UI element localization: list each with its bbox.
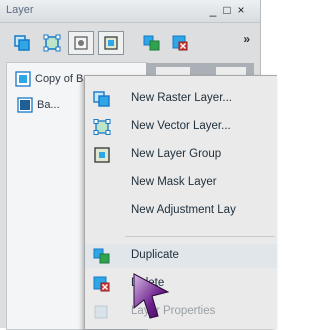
new-mask-icon [74,36,88,50]
menu-separator [125,236,275,237]
menu-item-label: New Layer Group [131,148,222,160]
new-group-icon [94,147,110,163]
palette-title: Layer [6,4,34,16]
menu-item-new-adjustment-layer[interactable]: New Adjustment Lay [85,198,277,224]
new-raster-layer-icon [93,91,110,107]
menu-item-label: Duplicate [131,249,179,261]
delete-layer-icon [93,276,110,292]
new-mask-button[interactable] [68,31,94,55]
menu-item-label: New Vector Layer... [131,120,231,132]
background-layer-icon [17,97,33,113]
mouse-cursor-icon [133,273,170,319]
layer-name: Ba... [37,99,60,111]
menu-item-delete[interactable]: Delete [85,271,277,297]
maximize-button[interactable]: □ [222,3,236,17]
layer-row[interactable]: Ba... [17,95,60,115]
menu-item-layer-properties: Layer Properties [85,299,277,325]
new-layer-group-button[interactable] [98,31,124,55]
more-options-button[interactable]: » [243,32,250,46]
new-vector-layer-icon [93,119,111,135]
menu-item-new-raster-layer[interactable]: New Raster Layer... [85,86,277,112]
window-controls: _ □ × [208,3,250,17]
delete-layer-icon [172,35,188,51]
minimize-button[interactable]: _ [208,3,222,17]
new-raster-layer-icon [14,35,30,51]
menu-item-label: New Raster Layer... [131,92,232,104]
properties-icon [94,305,108,319]
menu-item-new-layer-group[interactable]: New Layer Group [85,142,277,168]
raster-layer-icon [15,71,31,87]
duplicate-layer-button[interactable] [140,32,164,54]
menu-item-new-mask-layer[interactable]: New Mask Layer [85,170,277,196]
menu-item-new-vector-layer[interactable]: New Vector Layer... [85,114,277,140]
context-menu: New Raster Layer... New Vector Layer... … [84,75,277,329]
new-raster-layer-button[interactable] [10,32,34,54]
palette-titlebar[interactable]: Layer _ □ × [0,0,260,23]
new-group-icon [104,36,118,50]
duplicate-layer-icon [93,248,110,264]
menu-item-label: New Mask Layer [131,176,217,188]
menu-item-label: New Adjustment Lay [131,204,236,216]
menu-item-duplicate[interactable]: Duplicate [85,243,277,269]
delete-layer-button[interactable] [168,32,192,54]
close-button[interactable]: × [236,3,250,17]
new-vector-layer-button[interactable] [40,32,64,54]
new-vector-layer-icon [43,34,61,52]
duplicate-layer-icon [143,35,160,51]
layer-row[interactable]: Copy of B... [15,69,92,89]
layer-toolbar: » [0,26,260,60]
